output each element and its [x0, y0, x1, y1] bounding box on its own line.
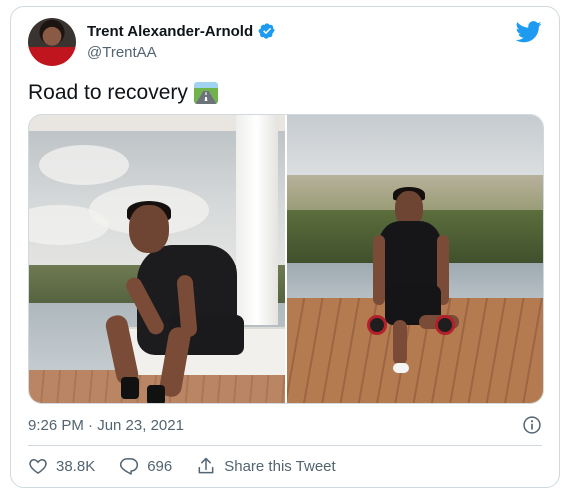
- motorway-emoji-icon: [193, 82, 218, 104]
- twitter-bird-icon[interactable]: [516, 21, 542, 43]
- share-icon: [198, 457, 214, 474]
- author-name-row: Trent Alexander-Arnold: [87, 22, 276, 40]
- tweet-timestamp[interactable]: 9:26 PM · Jun 23, 2021: [28, 417, 184, 434]
- divider: [28, 445, 542, 446]
- tweet-card[interactable]: Trent Alexander-Arnold @TrentAA Road to …: [10, 6, 560, 488]
- tweet-text: Road to recovery: [28, 81, 218, 105]
- like-count: 38.8K: [56, 457, 96, 475]
- author-handle[interactable]: @TrentAA: [87, 44, 157, 61]
- avatar[interactable]: [28, 18, 76, 66]
- reply-icon: [120, 458, 139, 475]
- like-button[interactable]: 38.8K: [28, 456, 95, 476]
- tweet-media[interactable]: [28, 114, 544, 404]
- tweet-text-content: Road to recovery: [28, 81, 188, 104]
- photo-seated[interactable]: [29, 115, 285, 403]
- author-display-name[interactable]: Trent Alexander-Arnold: [87, 23, 253, 40]
- heart-icon: [29, 458, 47, 474]
- reply-button[interactable]: 696: [119, 456, 172, 476]
- share-label: Share this Tweet: [224, 457, 336, 475]
- info-icon[interactable]: [522, 415, 542, 435]
- share-button[interactable]: Share this Tweet: [196, 456, 336, 476]
- tweet-actions: 38.8K 696 Share this Tweet: [28, 455, 360, 477]
- photo-lunge[interactable]: [287, 115, 543, 403]
- reply-count: 696: [147, 457, 173, 475]
- verified-badge-icon: [258, 22, 276, 40]
